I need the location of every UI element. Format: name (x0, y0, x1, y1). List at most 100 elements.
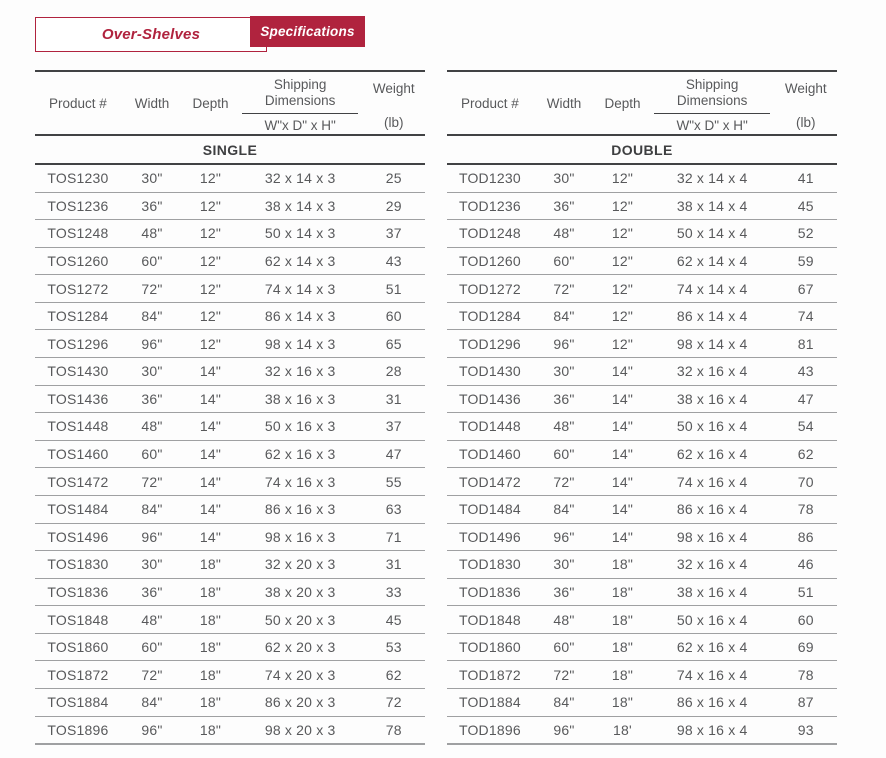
cell-weight: 52 (775, 225, 837, 241)
table-body: TOD123030"12"32 x 14 x 441TOD123636"12"3… (447, 165, 837, 745)
table-row: TOD147272"14"74 x 16 x 470 (447, 467, 837, 495)
cell-width: 96" (533, 529, 595, 545)
cell-weight: 31 (363, 391, 425, 407)
cell-depth: 18" (595, 584, 650, 600)
cell-product: TOD1296 (447, 336, 533, 352)
cell-product: TOD1460 (447, 446, 533, 462)
cell-product: TOD1284 (447, 308, 533, 324)
cell-weight: 65 (363, 336, 425, 352)
cell-shipping: 38 x 20 x 3 (238, 584, 363, 600)
table-row: TOS183636"18"38 x 20 x 333 (35, 578, 425, 606)
table-row: TOD186060"18"62 x 16 x 469 (447, 633, 837, 661)
cell-product: TOD1896 (447, 722, 533, 738)
cell-depth: 18" (183, 639, 238, 655)
table-row: TOS149696"14"98 x 16 x 371 (35, 523, 425, 551)
cell-depth: 12" (595, 225, 650, 241)
cell-weight: 72 (363, 694, 425, 710)
section-title: SINGLE (203, 142, 258, 158)
cell-weight: 51 (775, 584, 837, 600)
cell-depth: 12" (595, 336, 650, 352)
cell-product: TOS1830 (35, 556, 121, 572)
cell-shipping: 50 x 16 x 4 (650, 418, 775, 434)
cell-weight: 46 (775, 556, 837, 572)
cell-product: TOD1230 (447, 170, 533, 186)
cell-weight: 69 (775, 639, 837, 655)
cell-shipping: 32 x 16 x 3 (238, 363, 363, 379)
cell-width: 60" (533, 253, 595, 269)
tab-specifications[interactable]: Specifications (250, 16, 365, 47)
table-row: TOS188484"18"86 x 20 x 372 (35, 688, 425, 716)
table-row: TOS144848"14"50 x 16 x 337 (35, 412, 425, 440)
cell-depth: 14" (595, 474, 650, 490)
cell-depth: 12" (183, 198, 238, 214)
cell-product: TOS1848 (35, 612, 121, 628)
cell-depth: 12" (183, 336, 238, 352)
weight-label: Weight (373, 81, 415, 96)
column-header-depth: Depth (183, 72, 238, 134)
cell-depth: 18" (183, 556, 238, 572)
table-row: TOD146060"14"62 x 16 x 462 (447, 440, 837, 468)
cell-depth: 14" (183, 501, 238, 517)
cell-depth: 14" (183, 474, 238, 490)
cell-product: TOS1860 (35, 639, 121, 655)
cell-depth: 14" (183, 363, 238, 379)
cell-weight: 67 (775, 281, 837, 297)
shipping-units-label: W"x D" x H" (676, 118, 747, 133)
cell-width: 48" (121, 612, 183, 628)
table-row: TOS147272"14"74 x 16 x 355 (35, 467, 425, 495)
table-row: TOS124848"12"50 x 14 x 337 (35, 219, 425, 247)
tab-over-shelves[interactable]: Over-Shelves (35, 17, 267, 52)
table-row: TOD143030"14"32 x 16 x 443 (447, 357, 837, 385)
cell-shipping: 50 x 16 x 3 (238, 418, 363, 434)
cell-depth: 12" (183, 253, 238, 269)
cell-width: 84" (121, 308, 183, 324)
cell-product: TOD1436 (447, 391, 533, 407)
cell-product: TOS1484 (35, 501, 121, 517)
cell-product: TOS1896 (35, 722, 121, 738)
cell-shipping: 98 x 16 x 4 (650, 529, 775, 545)
cell-shipping: 86 x 16 x 3 (238, 501, 363, 517)
cell-product: TOD1830 (447, 556, 533, 572)
cell-width: 84" (533, 694, 595, 710)
table-header: Product # Width Depth Shipping Dimension… (447, 70, 837, 136)
cell-width: 60" (121, 253, 183, 269)
table-row: TOD148484"14"86 x 16 x 478 (447, 495, 837, 523)
column-header-shipping-dimensions: Shipping Dimensions W"x D" x H" (650, 72, 775, 134)
table-row: TOD187272"18"74 x 16 x 478 (447, 660, 837, 688)
cell-width: 72" (533, 281, 595, 297)
cell-depth: 12" (595, 281, 650, 297)
cell-shipping: 62 x 20 x 3 (238, 639, 363, 655)
cell-weight: 60 (363, 308, 425, 324)
table-row: TOD129696"12"98 x 14 x 481 (447, 329, 837, 357)
cell-depth: 18" (595, 694, 650, 710)
cell-weight: 47 (363, 446, 425, 462)
cell-width: 48" (121, 225, 183, 241)
cell-depth: 18" (183, 694, 238, 710)
table-row: TOS123030"12"32 x 14 x 325 (35, 165, 425, 192)
cell-shipping: 32 x 16 x 4 (650, 363, 775, 379)
table-row: TOD143636"14"38 x 16 x 447 (447, 385, 837, 413)
cell-product: TOS1230 (35, 170, 121, 186)
table-row: TOS126060"12"62 x 14 x 343 (35, 247, 425, 275)
shipping-dimensions-label: Shipping Dimensions (242, 77, 358, 114)
cell-shipping: 62 x 16 x 4 (650, 639, 775, 655)
cell-width: 72" (533, 474, 595, 490)
table-row: TOS146060"14"62 x 16 x 347 (35, 440, 425, 468)
cell-width: 84" (121, 501, 183, 517)
cell-depth: 18" (595, 667, 650, 683)
cell-width: 36" (533, 391, 595, 407)
cell-shipping: 62 x 16 x 4 (650, 446, 775, 462)
cell-shipping: 38 x 16 x 4 (650, 391, 775, 407)
cell-width: 60" (121, 446, 183, 462)
table-row: TOD123636"12"38 x 14 x 445 (447, 192, 837, 220)
cell-product: TOD1860 (447, 639, 533, 655)
cell-product: TOD1484 (447, 501, 533, 517)
cell-shipping: 50 x 20 x 3 (238, 612, 363, 628)
cell-width: 72" (121, 474, 183, 490)
tab-specifications-label: Specifications (260, 24, 354, 39)
cell-width: 36" (121, 584, 183, 600)
cell-shipping: 32 x 14 x 3 (238, 170, 363, 186)
cell-shipping: 50 x 16 x 4 (650, 612, 775, 628)
cell-depth: 18" (183, 584, 238, 600)
cell-width: 48" (533, 612, 595, 628)
